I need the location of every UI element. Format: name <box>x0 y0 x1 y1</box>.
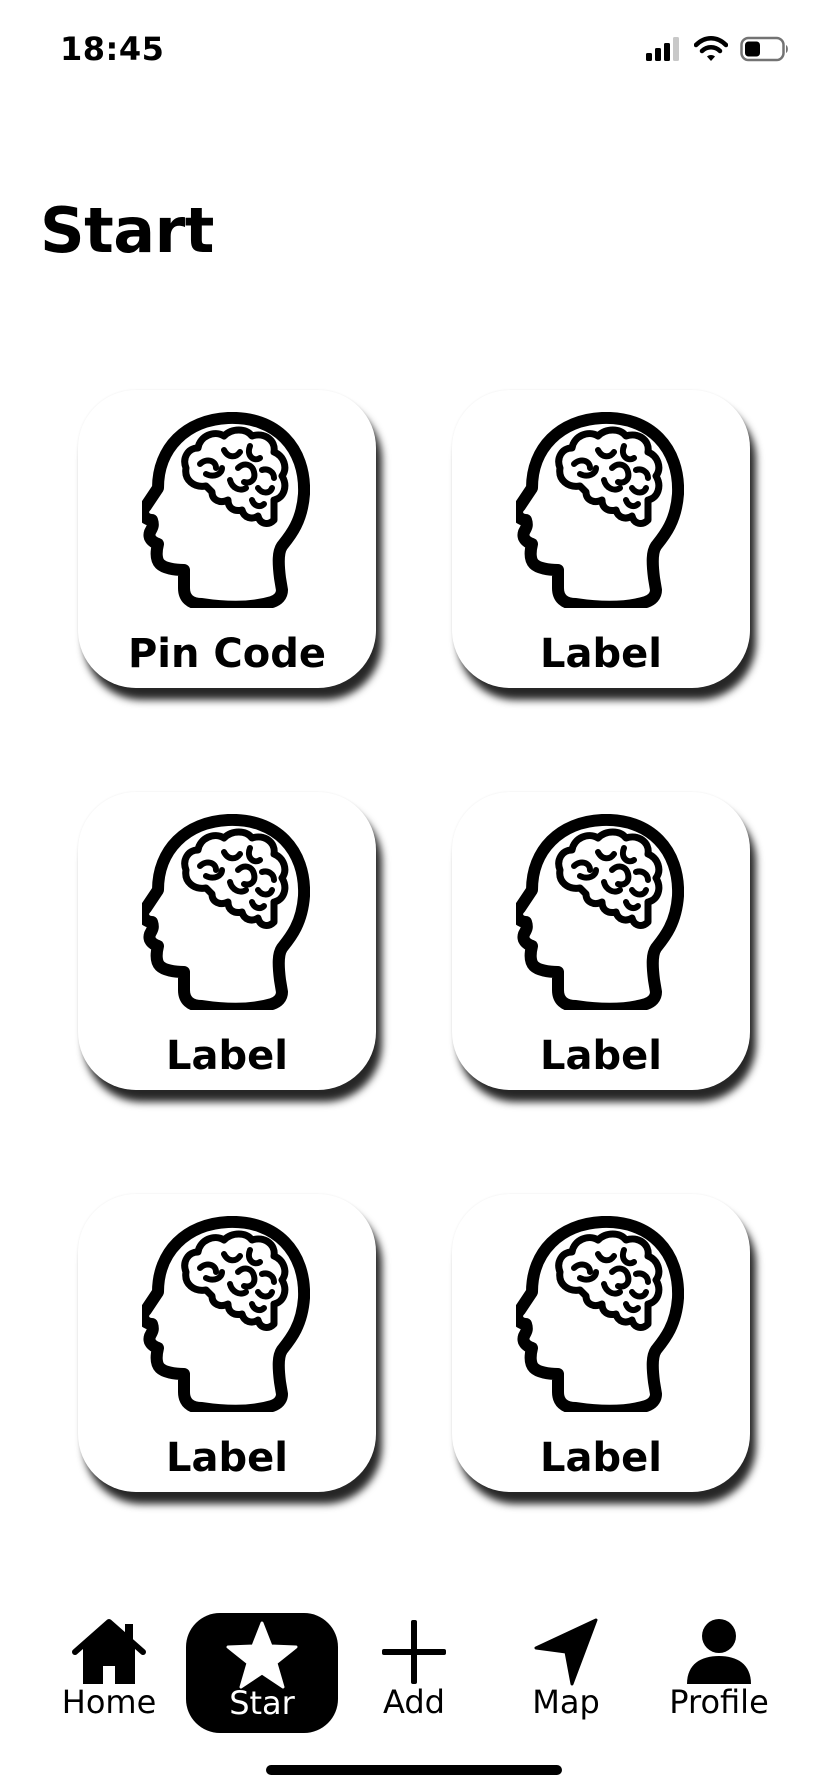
tile-label: Label <box>166 1033 288 1079</box>
tab-label: Map <box>532 1683 600 1721</box>
status-bar: 18:45 <box>0 0 828 100</box>
tile-label-1[interactable]: Label <box>452 390 750 688</box>
status-icons <box>646 34 790 64</box>
tile-label: Pin Code <box>127 631 327 677</box>
battery-icon <box>740 36 790 62</box>
tab-profile[interactable]: Profile <box>643 1600 795 1732</box>
home-icon <box>72 1619 146 1684</box>
tab-label: Star <box>229 1684 295 1722</box>
star-icon <box>226 1621 298 1689</box>
tile-label: Label <box>540 1435 662 1481</box>
person-icon <box>687 1619 751 1684</box>
tile-label: Label <box>540 631 662 677</box>
tile-pin-code[interactable]: Pin Code <box>78 390 376 688</box>
tab-map[interactable]: Map <box>490 1600 642 1732</box>
brain-head-icon <box>142 814 310 1010</box>
brain-head-icon <box>516 1216 684 1412</box>
tab-add[interactable]: Add <box>338 1600 490 1732</box>
tile-grid: Pin Code Label Label Label Label Label <box>78 390 750 1492</box>
page-title: Start <box>40 194 214 267</box>
tab-label: Profile <box>669 1683 769 1721</box>
tab-home[interactable]: Home <box>33 1600 185 1732</box>
tab-star[interactable]: Star <box>186 1613 338 1733</box>
tile-label-5[interactable]: Label <box>452 1194 750 1492</box>
brain-head-icon <box>142 1216 310 1412</box>
tile-label-3[interactable]: Label <box>452 792 750 1090</box>
home-indicator <box>266 1765 562 1775</box>
tab-bar: Home Star Add Map Profile <box>0 1600 828 1750</box>
tile-label: Label <box>166 1435 288 1481</box>
brain-head-icon <box>142 412 310 608</box>
status-time: 18:45 <box>60 30 165 68</box>
tile-label-2[interactable]: Label <box>78 792 376 1090</box>
brain-head-icon <box>516 814 684 1010</box>
tab-label: Home <box>61 1683 157 1721</box>
brain-head-icon <box>516 412 684 608</box>
cellular-signal-icon <box>646 37 682 61</box>
plus-icon <box>382 1620 446 1684</box>
tile-label-4[interactable]: Label <box>78 1194 376 1492</box>
tile-label: Label <box>540 1033 662 1079</box>
tab-label: Add <box>383 1683 445 1721</box>
location-arrow-icon <box>534 1618 598 1686</box>
wifi-icon <box>694 36 728 62</box>
